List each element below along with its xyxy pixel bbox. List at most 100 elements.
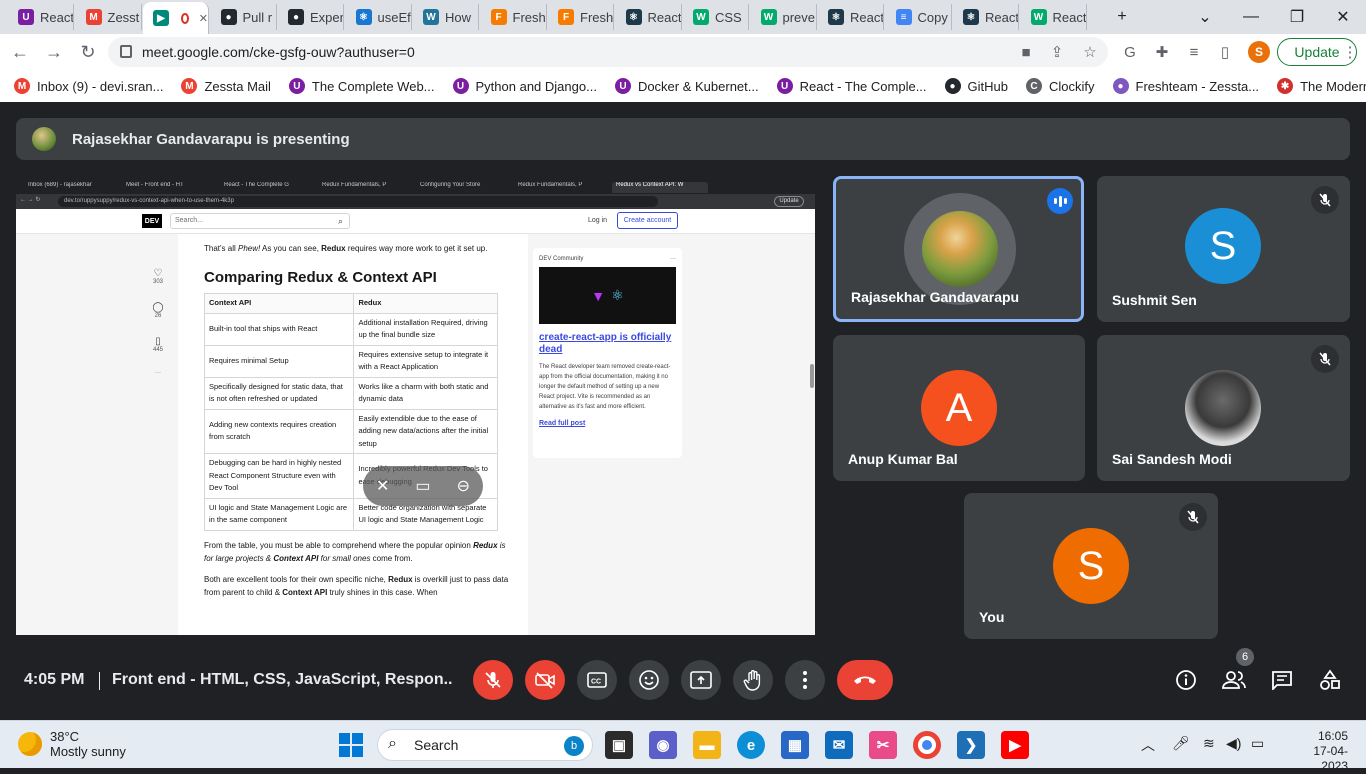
bookmark-item[interactable]: M Zessta Mail [181, 78, 271, 94]
bookmark-item[interactable]: C Clockify [1026, 78, 1095, 94]
bookmark-label: Inbox (9) - devi.sran... [37, 78, 164, 94]
camera-toggle-button[interactable] [525, 660, 565, 700]
browser-tab[interactable]: ● Exper [278, 4, 344, 30]
youtube-icon[interactable]: ▶ [1001, 731, 1029, 759]
wifi-icon[interactable]: ≋ [1203, 735, 1215, 752]
hang-up-icon [854, 676, 876, 684]
extensions-icon[interactable]: ✚ [1152, 42, 1172, 62]
browser-tab[interactable]: W CSS [683, 4, 749, 30]
leave-call-button[interactable] [837, 660, 893, 700]
share-icon[interactable]: ⇪ [1047, 42, 1067, 62]
chat-button[interactable] [1267, 665, 1297, 695]
reload-icon[interactable]: ↻ [76, 40, 100, 64]
meeting-info-button[interactable] [1171, 665, 1201, 695]
browser-tab[interactable]: W React [1021, 4, 1087, 30]
reactions-button[interactable] [629, 660, 669, 700]
meet-control-bar: 4:05 PM Front end - HTML, CSS, JavaScrip… [0, 648, 1366, 709]
taskbar-clock[interactable]: 16:05 17-04-2023 [1290, 729, 1348, 774]
bookmark-item[interactable]: ● GitHub [944, 78, 1008, 94]
battery-icon[interactable]: ▭ [1251, 735, 1264, 752]
browser-tab[interactable]: ⚛ React [818, 4, 884, 30]
tab-title: Copy [917, 9, 948, 25]
mic-toggle-button[interactable] [473, 660, 513, 700]
weather-widget[interactable]: 38°C Mostly sunny [18, 729, 126, 759]
browser-tab[interactable]: ⚛ React [616, 4, 682, 30]
bookmark-item[interactable]: ● Freshteam - Zessta... [1112, 78, 1259, 94]
microphone-icon[interactable]: 🎤︎ [1172, 735, 1190, 752]
participant-tile-sai[interactable]: Sai Sandesh Modi [1097, 335, 1350, 481]
reaction-count: 445 [152, 347, 163, 353]
browser-tab[interactable]: U React [8, 4, 74, 30]
close-tab-icon[interactable]: ✕ [199, 12, 208, 25]
browser-tab[interactable]: ≡ Copy [886, 4, 952, 30]
camera-icon[interactable]: ■ [1016, 42, 1036, 62]
people-button[interactable] [1219, 665, 1249, 695]
browser-tab[interactable]: F Fresh [481, 4, 547, 30]
captions-button[interactable]: CC [577, 660, 617, 700]
mic-off-icon[interactable]: ✕ [376, 476, 389, 496]
vscode-icon[interactable]: ❯ [957, 731, 985, 759]
presenter-overlay-controls[interactable]: ✕ ▭ ⊖ [363, 466, 483, 506]
bookmark-item[interactable]: U Python and Django... [452, 78, 597, 94]
volume-icon[interactable]: ◀) [1226, 735, 1241, 752]
browser-tab[interactable]: ▶ ✕ [143, 2, 209, 34]
address-bar[interactable]: meet.google.com/cke-gsfg-ouw?authuser=0 [108, 37, 1108, 67]
profile-avatar[interactable]: S [1248, 41, 1270, 63]
tab-favicon-icon: ⚛ [963, 9, 979, 25]
bookmark-item[interactable]: M Inbox (9) - devi.sran... [14, 78, 163, 94]
new-tab-button[interactable]: + [1099, 0, 1145, 34]
tab-title: useEf [377, 9, 411, 25]
bookmark-star-icon[interactable]: ☆ [1080, 42, 1100, 62]
edge-icon[interactable]: e [737, 731, 765, 759]
close-window-button[interactable]: ✕ [1320, 0, 1366, 34]
tab-search-icon[interactable]: ⌄ [1182, 0, 1228, 34]
present-button[interactable] [681, 660, 721, 700]
dev-search-icon: ⌕ [338, 216, 344, 226]
task-view-icon[interactable]: ▣ [605, 731, 633, 759]
divider [99, 672, 100, 690]
browser-tab[interactable]: ⚛ useEf [346, 4, 412, 30]
article: That's all Phew! As you can see, Redux r… [178, 234, 528, 635]
raise-hand-button[interactable] [733, 660, 773, 700]
vite-icon: ▼ [591, 287, 606, 304]
bookmark-item[interactable]: U The Complete Web... [288, 78, 435, 94]
snipping-tool-icon[interactable]: ✂ [869, 731, 897, 759]
teams-chat-icon[interactable]: ◉ [649, 731, 677, 759]
back-icon[interactable]: ← [8, 40, 32, 64]
browser-tab[interactable]: ● Pull r [211, 4, 277, 30]
browser-tab[interactable]: Wpreve [751, 4, 817, 30]
bookmark-item[interactable]: U Docker & Kubernet... [614, 78, 759, 94]
bookmark-item[interactable]: ✱ The Modern JavaSc... [1277, 78, 1366, 94]
forward-icon[interactable]: → [42, 40, 66, 64]
browser-tab[interactable]: ⚛ React [953, 4, 1019, 30]
more-options-button[interactable] [785, 660, 825, 700]
google-icon[interactable]: G [1120, 42, 1140, 62]
menu-icon[interactable]: ⋮ [1340, 42, 1360, 62]
mail-icon[interactable]: ✉ [825, 731, 853, 759]
table-cell: UI logic and State Management Logic are … [203, 497, 355, 531]
media-icon[interactable]: ≡ [1184, 42, 1204, 62]
browser-tab[interactable]: M Zesst [76, 4, 142, 30]
participant-tile-sushmit[interactable]: S Sushmit Sen [1097, 176, 1350, 322]
bing-icon: b [564, 736, 584, 756]
file-explorer-icon[interactable]: ▬ [693, 731, 721, 759]
show-hidden-icons[interactable]: ︿ [1141, 735, 1155, 755]
maximize-button[interactable]: ❐ [1274, 0, 1320, 34]
participant-tile-you[interactable]: S You [964, 493, 1218, 639]
sidepanel-icon[interactable]: ▯ [1215, 42, 1235, 62]
browser-tab[interactable]: W How [413, 4, 479, 30]
minimize-button[interactable]: — [1228, 0, 1274, 34]
store-icon[interactable]: ▦ [781, 731, 809, 759]
start-button[interactable] [339, 733, 363, 757]
taskbar-search[interactable]: ⌕ Search b [377, 729, 593, 761]
participant-tile-rajasekhar[interactable]: Rajasekhar Gandavarapu [833, 176, 1084, 322]
participant-tile-anup[interactable]: A Anup Kumar Bal [833, 335, 1085, 481]
activities-button[interactable] [1315, 665, 1345, 695]
browser-tab[interactable]: F Fresh [548, 4, 614, 30]
remove-icon[interactable]: ⊖ [457, 476, 470, 496]
bookmark-item[interactable]: U React - The Comple... [776, 78, 927, 94]
dev-logo: DEV [142, 214, 162, 228]
pip-icon[interactable]: ▭ [415, 476, 430, 496]
reaction-item: ♡ 303 [138, 268, 178, 285]
chrome-icon[interactable] [913, 731, 941, 759]
